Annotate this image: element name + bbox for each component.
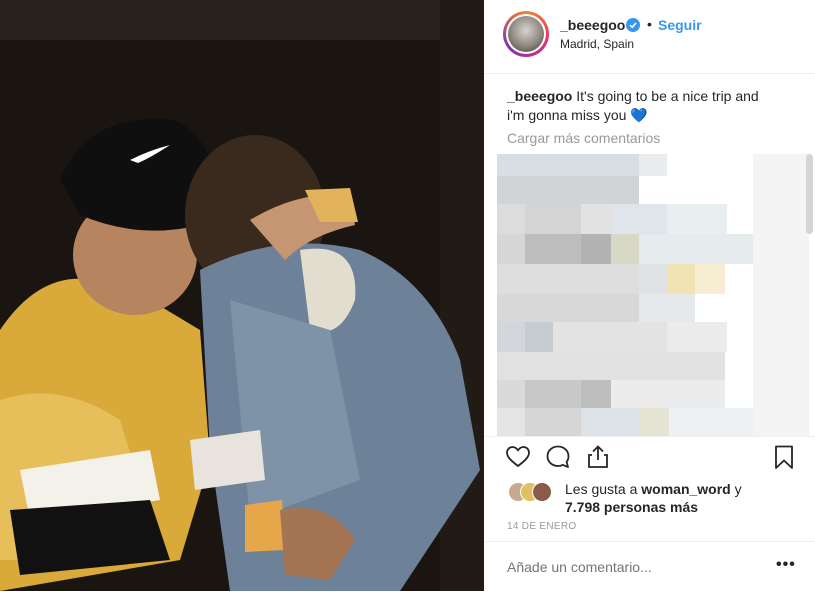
post-date[interactable]: 14 DE ENERO	[507, 521, 576, 532]
username-link[interactable]: _beeegoo	[560, 17, 625, 33]
post-header: _beeegoo • Seguir Madrid, Spain	[484, 0, 815, 74]
blue-heart-emoji: 💙	[630, 107, 648, 123]
comments-section: _beeegoo It's going to be a nice trip an…	[484, 74, 815, 436]
likes-section: Les gusta a woman_word y 7.798 personas m…	[484, 476, 815, 518]
liker-avatars[interactable]	[508, 482, 558, 502]
post-panel: _beeegoo • Seguir Madrid, Spain _beeegoo…	[484, 0, 815, 591]
share-icon[interactable]	[584, 443, 612, 471]
add-comment-bar: •••	[484, 541, 815, 592]
separator-dot: •	[647, 16, 652, 32]
likes-username[interactable]: woman_word	[641, 481, 730, 497]
load-more-comments-button[interactable]: Cargar más comentarios	[507, 130, 660, 146]
caption: _beeegoo It's going to be a nice trip an…	[507, 87, 777, 125]
likes-prefix: Les gusta a	[565, 481, 642, 497]
caption-username[interactable]: _beeegoo	[507, 88, 572, 104]
verified-badge-icon	[626, 18, 640, 32]
comment-icon[interactable]	[544, 443, 572, 471]
action-bar	[484, 436, 815, 481]
post-photo[interactable]	[0, 0, 484, 591]
bookmark-icon[interactable]	[770, 443, 798, 471]
liker-avatar	[532, 482, 552, 502]
blurred-comments	[497, 154, 809, 436]
location-link[interactable]: Madrid, Spain	[560, 37, 634, 51]
photo-image	[0, 0, 484, 591]
follow-button[interactable]: Seguir	[658, 17, 702, 33]
comments-scrollbar[interactable]	[806, 154, 813, 234]
likes-text: Les gusta a woman_word y 7.798 personas m…	[565, 480, 805, 516]
avatar-image	[506, 14, 546, 54]
heart-icon[interactable]	[504, 443, 532, 471]
comment-input[interactable]	[507, 559, 737, 575]
likes-mid: y	[730, 481, 742, 497]
avatar[interactable]	[503, 11, 549, 57]
more-options-icon[interactable]: •••	[776, 556, 796, 574]
likes-count[interactable]: 7.798 personas más	[565, 499, 698, 515]
